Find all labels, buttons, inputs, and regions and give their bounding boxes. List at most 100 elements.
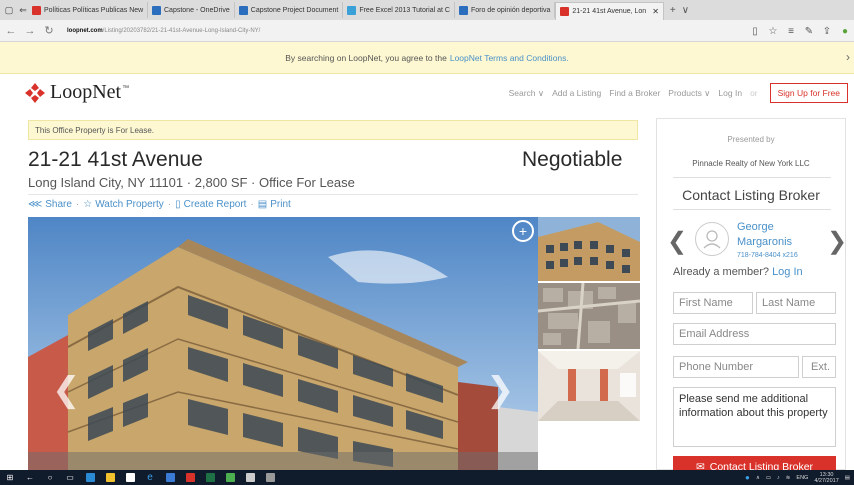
forward-arrow-icon[interactable]: → — [22, 23, 38, 39]
cortana-icon[interactable]: ○ — [40, 470, 60, 485]
main-property-photo[interactable] — [28, 217, 538, 470]
contact-broker-panel: Presented by Pinnacle Realty of New York… — [656, 118, 847, 478]
taskbar-app-icon[interactable] — [120, 470, 140, 485]
taskbar-app-icon[interactable] — [180, 470, 200, 485]
tab-politicas[interactable]: Políticas Políticas Publicas New — [28, 2, 148, 18]
window-icon[interactable]: ▢ — [4, 5, 14, 15]
broker-name-link[interactable]: George Margaronis — [737, 220, 817, 250]
chevron-left-icon[interactable]: ❮ — [667, 227, 687, 256]
share-icon: ⋘ — [28, 199, 43, 210]
tray-language[interactable]: ENG — [796, 475, 808, 481]
taskbar-back-icon[interactable]: ← — [20, 470, 40, 485]
taskbar-app-icon[interactable] — [220, 470, 240, 485]
tab-favicon-icon — [458, 5, 468, 15]
address-bar: ← → ↻ loopnet.com /Listing/20203782/21-2… — [0, 20, 854, 42]
report-label: Create Report — [183, 199, 247, 210]
clock-date: 4/27/2017 — [814, 477, 839, 484]
tab-label: 21-21 41st Avenue, Lon — [572, 8, 647, 15]
tab-favicon-icon — [32, 5, 41, 15]
back-arrow-icon[interactable]: ← — [3, 23, 19, 39]
notification-icon[interactable]: ▤ — [845, 475, 850, 481]
tab-label: Foro de opinión deportiva — [470, 6, 551, 14]
back-tabs-icon[interactable]: ⇐ — [18, 5, 28, 15]
new-tab-button[interactable]: + — [670, 5, 676, 16]
tab-capstone-onedrive[interactable]: Capstone - OneDrive — [148, 2, 235, 18]
edge-icon[interactable]: e — [140, 470, 160, 485]
phone-field[interactable]: Phone Number — [673, 356, 799, 378]
tab-label: Free Excel 2013 Tutorial at C — [359, 6, 450, 14]
favorite-star-icon[interactable]: ☆ — [764, 26, 782, 37]
extension-icon[interactable]: ● — [836, 26, 854, 37]
tab-foro-opinion[interactable]: Foro de opinión deportiva — [455, 2, 556, 18]
watch-property-link[interactable]: ☆ Watch Property — [83, 199, 164, 210]
document-icon: ▯ — [175, 199, 181, 210]
share-icon[interactable]: ⇪ — [818, 26, 836, 37]
first-name-field[interactable]: First Name — [673, 292, 753, 314]
nav-products[interactable]: Products ∨ — [668, 88, 710, 99]
windows-start-icon[interactable]: ⊞ — [0, 470, 20, 485]
nav-find-broker[interactable]: Find a Broker — [609, 88, 660, 98]
tab-excel-tutorial[interactable]: Free Excel 2013 Tutorial at C — [343, 2, 455, 18]
loopnet-logo-icon — [25, 82, 45, 103]
broker-phone[interactable]: 718-784-8404 x216 — [737, 252, 798, 259]
tab-list-chevron-icon[interactable]: ∨ — [682, 5, 689, 16]
url-field[interactable]: loopnet.com /Listing/20203782/21-21-41st… — [67, 28, 260, 34]
email-field[interactable]: Email Address — [673, 323, 836, 345]
tab-capstone-document[interactable]: Capstone Project Document — [235, 2, 344, 18]
web-note-icon[interactable]: ✎ — [800, 26, 818, 37]
share-link[interactable]: ⋘ Share — [28, 199, 72, 210]
taskbar-app-icon[interactable] — [100, 470, 120, 485]
site-header: LoopNet ™ Search ∨ Add a Listing Find a … — [0, 74, 854, 112]
taskbar-app-icon[interactable] — [240, 470, 260, 485]
tray-person-icon[interactable]: ● — [745, 473, 750, 482]
member-login-link[interactable]: Log In — [772, 266, 803, 278]
last-name-field[interactable]: Last Name — [756, 292, 836, 314]
printer-icon: ▤ — [257, 199, 268, 210]
task-view-icon[interactable]: ▭ — [60, 470, 80, 485]
notice-close-icon[interactable]: › — [846, 50, 850, 64]
thumbnail-aerial-image — [538, 283, 640, 349]
signup-button[interactable]: Sign Up for Free — [769, 83, 848, 103]
thumbnail-interior[interactable] — [538, 351, 640, 421]
taskbar-app-icon[interactable] — [200, 470, 220, 485]
nav-add-listing[interactable]: Add a Listing — [552, 88, 601, 98]
create-report-link[interactable]: ▯ Create Report — [175, 199, 246, 210]
tray-chevron-up-icon[interactable]: ∧ — [756, 475, 760, 481]
loopnet-logo[interactable]: LoopNet ™ — [24, 81, 129, 104]
person-icon — [703, 230, 721, 249]
logo-wordmark: LoopNet — [50, 81, 122, 103]
taskbar-app-icon[interactable] — [260, 470, 280, 485]
action-separator: · — [250, 199, 254, 210]
photo-next-arrow-icon[interactable]: ❯ — [486, 370, 515, 410]
panel-divider — [673, 209, 831, 210]
tray-wifi-icon[interactable]: ≋ — [786, 475, 791, 481]
member-text: Already a member? — [673, 266, 769, 278]
close-tab-icon[interactable]: ✕ — [652, 7, 659, 16]
tab-label: Políticas Políticas Publicas New — [44, 6, 144, 14]
terms-link[interactable]: LoopNet Terms and Conditions. — [450, 53, 569, 63]
ext-field[interactable]: Ext. — [802, 356, 836, 378]
message-textarea[interactable]: Please send me additional information ab… — [673, 387, 836, 447]
thumbnail-photo[interactable] — [538, 217, 640, 281]
zoom-icon[interactable]: + — [512, 220, 534, 242]
nav-or-separator: or — [750, 88, 758, 98]
nav-search[interactable]: Search ∨ — [509, 88, 545, 99]
tab-favicon-icon — [152, 5, 161, 15]
tab-loopnet-active[interactable]: 21-21 41st Avenue, Lon ✕ — [555, 2, 664, 20]
hub-icon[interactable]: ≡ — [782, 26, 800, 37]
taskbar-app-icon[interactable] — [80, 470, 100, 485]
taskbar-app-icon[interactable] — [160, 470, 180, 485]
reading-view-icon[interactable]: ▯ — [746, 26, 764, 37]
chevron-right-icon[interactable]: ❯ — [827, 227, 847, 256]
tray-volume-icon[interactable]: ♪ — [777, 475, 780, 481]
tray-clock[interactable]: 13:30 4/27/2017 — [814, 472, 838, 484]
print-link[interactable]: ▤ Print — [258, 199, 291, 210]
nav-login[interactable]: Log In — [718, 88, 742, 98]
tray-battery-icon[interactable]: ▭ — [766, 475, 771, 481]
photo-prev-arrow-icon[interactable]: ❮ — [52, 370, 81, 410]
presented-by-label: Presented by — [727, 135, 775, 144]
broker-company[interactable]: Pinnacle Realty of New York LLC — [657, 159, 845, 168]
thumbnail-aerial[interactable] — [538, 283, 640, 349]
watch-label: Watch Property — [95, 199, 164, 210]
refresh-icon[interactable]: ↻ — [41, 23, 57, 39]
